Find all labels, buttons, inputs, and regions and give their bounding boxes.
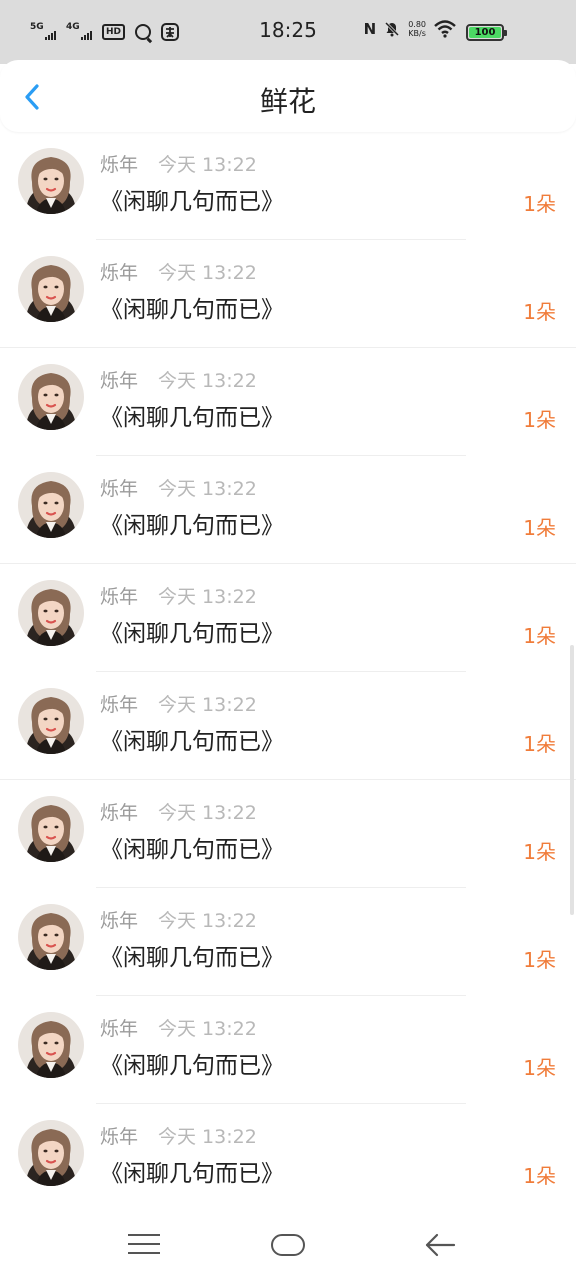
list-item[interactable]: 烁年 今天 13:22 《闲聊几句而已》 1朵 [0,996,576,1104]
list-item[interactable]: 烁年 今天 13:22 《闲聊几句而已》 1朵 [0,564,576,672]
sender-name: 烁年 [100,694,139,716]
timestamp: 今天 13:22 [158,910,257,932]
avatar[interactable] [18,256,84,322]
timestamp: 今天 13:22 [158,154,257,176]
flower-count: 1朵 [523,300,556,324]
avatar[interactable] [18,148,84,214]
timestamp: 今天 13:22 [158,1126,257,1148]
back-arrow-icon[interactable] [424,1232,456,1258]
flower-count: 1朵 [523,732,556,756]
timestamp: 今天 13:22 [158,478,257,500]
sender-name: 烁年 [100,478,139,500]
message-text: 《闲聊几句而已》 [100,837,284,863]
message-text: 《闲聊几句而已》 [100,513,284,539]
battery-icon: 100 [466,24,507,41]
message-text: 《闲聊几句而已》 [100,1161,284,1187]
sender-name: 烁年 [100,1018,139,1040]
list-item[interactable]: 烁年 今天 13:22 《闲聊几句而已》 1朵 [0,132,576,240]
menu-icon[interactable] [128,1234,160,1256]
message-text: 《闲聊几句而已》 [100,729,284,755]
list-item[interactable]: 烁年 今天 13:22 《闲聊几句而已》 1朵 [0,888,576,996]
timestamp: 今天 13:22 [158,262,257,284]
app-header: 鲜花 [0,60,576,132]
message-text: 《闲聊几句而已》 [100,1053,284,1079]
list-item[interactable]: 烁年 今天 13:22 《闲聊几句而已》 1朵 [0,672,576,780]
list-item[interactable]: 烁年 今天 13:22 《闲聊几句而已》 1朵 [0,780,576,888]
avatar[interactable] [18,1012,84,1078]
timestamp: 今天 13:22 [158,694,257,716]
message-text: 《闲聊几句而已》 [100,621,284,647]
sender-name: 烁年 [100,586,139,608]
status-bar: 5G 4G HD 18:25 N 0.80 KB/s 100 [0,0,576,64]
bell-off-icon [385,21,400,37]
flower-count: 1朵 [523,408,556,432]
sender-name: 烁年 [100,370,139,392]
avatar[interactable] [18,472,84,538]
flower-count: 1朵 [523,516,556,540]
flower-count: 1朵 [523,192,556,216]
message-text: 《闲聊几句而已》 [100,405,284,431]
message-text: 《闲聊几句而已》 [100,945,284,971]
avatar[interactable] [18,688,84,754]
message-text: 《闲聊几句而已》 [100,297,284,323]
flower-count: 1朵 [523,948,556,972]
system-nav-bar [0,1210,576,1280]
page-title: 鲜花 [259,85,316,118]
sender-name: 烁年 [100,1126,139,1148]
sender-name: 烁年 [100,262,139,284]
flower-count: 1朵 [523,1164,556,1188]
flower-count: 1朵 [523,1056,556,1080]
message-text: 《闲聊几句而已》 [100,189,284,215]
nfc-icon: N [363,20,377,38]
timestamp: 今天 13:22 [158,370,257,392]
scrollbar[interactable] [570,645,574,915]
avatar[interactable] [18,364,84,430]
list-item[interactable]: 烁年 今天 13:22 《闲聊几句而已》 1朵 [0,240,576,348]
timestamp: 今天 13:22 [158,802,257,824]
list-item[interactable]: 烁年 今天 13:22 《闲聊几句而已》 1朵 [0,348,576,456]
list-item[interactable]: 烁年 今天 13:22 《闲聊几句而已》 1朵 [0,456,576,564]
avatar[interactable] [18,1120,84,1186]
timestamp: 今天 13:22 [158,586,257,608]
list-item[interactable]: 烁年 今天 13:22 《闲聊几句而已》 1朵 [0,1104,576,1212]
sender-name: 烁年 [100,802,139,824]
home-icon[interactable] [271,1234,305,1256]
avatar[interactable] [18,796,84,862]
sender-name: 烁年 [100,910,139,932]
avatar[interactable] [18,580,84,646]
avatar[interactable] [18,904,84,970]
status-right-icons: N 0.80 KB/s [364,20,456,38]
network-speed: 0.80 KB/s [408,20,426,38]
flower-count: 1朵 [523,840,556,864]
timestamp: 今天 13:22 [158,1018,257,1040]
flower-count: 1朵 [523,624,556,648]
wifi-icon [434,20,456,38]
sender-name: 烁年 [100,154,139,176]
